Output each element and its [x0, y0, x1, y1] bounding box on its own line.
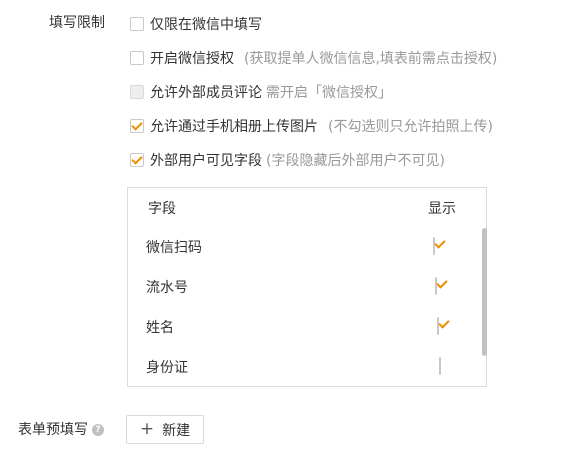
- table-row-field: 姓名: [146, 320, 174, 336]
- option-hint: (不勾选则只允许拍照上传): [328, 119, 493, 135]
- column-header-show: 显示: [428, 201, 456, 217]
- table-row-field: 微信扫码: [146, 240, 202, 256]
- checkbox-wechat-auth[interactable]: [130, 51, 144, 65]
- column-header-field: 字段: [148, 201, 176, 217]
- table-row-field: 流水号: [146, 280, 188, 296]
- option-label: 允许通过手机相册上传图片: [150, 119, 318, 135]
- show-checkbox-name[interactable]: [437, 317, 439, 335]
- table-row-field: 身份证: [146, 360, 188, 376]
- option-hint: 需开启「微信授权」: [266, 85, 392, 101]
- new-button-label: 新建: [162, 422, 191, 439]
- prefill-label: 表单预填写: [18, 422, 88, 438]
- new-prefill-button[interactable]: + 新建: [126, 415, 204, 444]
- fill-restrictions-label: 填写限制: [49, 15, 105, 31]
- option-hint: (获取提单人微信信息,填表前需点击授权): [244, 51, 498, 67]
- option-external-visible-fields[interactable]: 外部用户可见字段 (字段隐藏后外部用户不可见): [130, 150, 445, 170]
- option-wechat-only[interactable]: 仅限在微信中填写: [130, 14, 262, 34]
- checkbox-album-upload[interactable]: [130, 119, 144, 133]
- option-hint: (字段隐藏后外部用户不可见): [266, 153, 445, 169]
- option-album-upload[interactable]: 允许通过手机相册上传图片 (不勾选则只允许拍照上传): [130, 116, 493, 136]
- option-label: 开启微信授权: [150, 51, 234, 67]
- option-label: 允许外部成员评论: [150, 85, 262, 101]
- checkbox-external-visible-fields[interactable]: [130, 153, 144, 167]
- visible-fields-table: 字段 显示 微信扫码 流水号 姓名 身份证: [127, 187, 487, 387]
- show-checkbox-id-card[interactable]: [439, 357, 441, 375]
- option-wechat-auth[interactable]: 开启微信授权 (获取提单人微信信息,填表前需点击授权): [130, 48, 497, 68]
- plus-icon: +: [139, 419, 155, 439]
- question-circle-icon[interactable]: ?: [92, 424, 104, 436]
- option-label: 外部用户可见字段: [150, 153, 262, 169]
- checkbox-external-comment: [130, 85, 144, 99]
- show-checkbox-wechat-scan[interactable]: [433, 237, 435, 255]
- checkbox-wechat-only[interactable]: [130, 17, 144, 31]
- option-label: 仅限在微信中填写: [150, 17, 262, 33]
- table-scrollbar[interactable]: [482, 228, 487, 356]
- option-external-comment: 允许外部成员评论 需开启「微信授权」: [130, 82, 392, 102]
- show-checkbox-serial-no[interactable]: [435, 277, 437, 295]
